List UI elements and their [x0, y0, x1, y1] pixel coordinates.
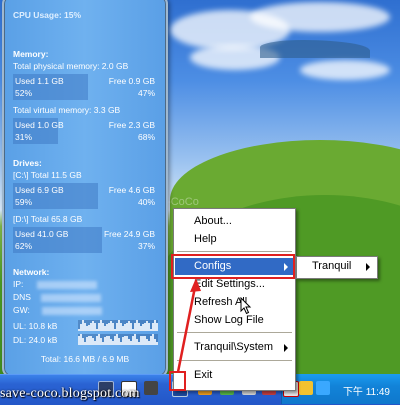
drive-d-used-pct: 62%	[15, 241, 33, 251]
submenu-arrow-icon	[284, 344, 288, 352]
menu-exit[interactable]: Exit	[175, 367, 294, 384]
menu-separator	[177, 360, 292, 361]
download-graph	[78, 334, 158, 345]
physical-memory-bar: Used 1.1 GB 52% Free 0.9 GB 47%	[13, 74, 157, 100]
drive-d-bar: Used 41.0 GB 62% Free 24.9 GB 37%	[13, 227, 157, 253]
tray-icon-6[interactable]	[299, 381, 313, 395]
virtual-memory-bar: Used 1.0 GB 31% Free 2.3 GB 68%	[13, 118, 157, 144]
drive-d-total: [D:\] Total 65.8 GB	[13, 214, 83, 224]
memory-title: Memory:	[13, 49, 49, 59]
drive-d-free: Free 24.9 GB	[103, 229, 155, 239]
annotation-tray-box	[169, 371, 186, 391]
network-gw: GW:	[13, 305, 102, 315]
ip-redacted	[37, 280, 98, 289]
drive-c-free-pct: 40%	[137, 197, 155, 207]
physical-used-pct: 52%	[15, 88, 33, 98]
physical-free-pct: 47%	[137, 88, 155, 98]
upload-graph	[78, 320, 158, 331]
drive-c-total: [C:\] Total 11.5 GB	[13, 170, 82, 180]
drive-d-used: Used 41.0 GB	[15, 229, 69, 239]
virtual-used: Used 1.0 GB	[15, 120, 64, 130]
submenu-tranquil-label: Tranquil	[312, 260, 352, 272]
physical-used: Used 1.1 GB	[15, 76, 64, 86]
graph-bar	[156, 323, 158, 331]
drive-c-used: Used 6.9 GB	[15, 185, 64, 195]
network-dns: DNS	[13, 292, 101, 302]
drive-c-used-pct: 59%	[15, 197, 33, 207]
network-ip: IP:	[13, 279, 98, 289]
drive-c-free: Free 4.6 GB	[108, 185, 155, 195]
watermark-text: save-coco.blogspot.com	[0, 386, 140, 401]
virtual-used-pct: 31%	[15, 132, 33, 142]
graph-bar	[156, 341, 158, 345]
menu-help[interactable]: Help	[175, 231, 294, 248]
gw-redacted	[41, 306, 102, 315]
cpu-usage: CPU Usage: 15%	[13, 10, 82, 20]
dns-label: DNS	[13, 292, 31, 302]
menu-separator	[177, 251, 292, 252]
menu-refresh-all[interactable]: Refresh All	[175, 294, 294, 311]
menu-tranquil-system[interactable]: Tranquil\System	[175, 339, 294, 356]
taskbar-clock[interactable]: 下午 11:49	[343, 383, 390, 398]
physical-free: Free 0.9 GB	[108, 76, 155, 86]
submenu-arrow-icon	[366, 263, 370, 271]
configs-submenu: Tranquil	[296, 256, 378, 279]
ip-label: IP:	[13, 279, 24, 289]
submenu-tranquil[interactable]: Tranquil	[298, 257, 376, 276]
physical-memory-total: Total physical memory: 2.0 GB	[13, 61, 129, 71]
upload-rate: UL: 10.8 kB	[13, 321, 58, 331]
download-rate: DL: 24.0 kB	[13, 335, 58, 345]
system-monitor-gadget: CPU Usage: 15% Memory: Total physical me…	[2, 0, 168, 378]
network-title: Network:	[13, 267, 50, 277]
drive-c-bar: Used 6.9 GB 59% Free 4.6 GB 40%	[13, 183, 157, 209]
virtual-free-pct: 68%	[137, 132, 155, 142]
tray-context-menu: About... Help Configs Edit Settings... R…	[173, 208, 296, 391]
virtual-memory-total: Total virtual memory: 3.3 GB	[13, 105, 121, 115]
menu-show-log[interactable]: Show Log File	[175, 312, 294, 329]
menu-separator	[177, 332, 292, 333]
menu-about[interactable]: About...	[175, 213, 294, 230]
menu-tranquil-system-label: Tranquil\System	[194, 341, 274, 353]
quicklaunch-icon[interactable]	[144, 381, 158, 395]
drive-d-free-pct: 37%	[137, 241, 155, 251]
network-total: Total: 16.6 MB / 6.9 MB	[40, 354, 130, 364]
mouse-cursor-icon	[240, 297, 252, 315]
volume-icon[interactable]	[316, 381, 330, 395]
gw-label: GW:	[13, 305, 30, 315]
drives-title: Drives:	[13, 158, 42, 168]
dns-redacted	[40, 293, 101, 302]
virtual-free: Free 2.3 GB	[108, 120, 155, 130]
annotation-configs-box	[171, 254, 295, 279]
